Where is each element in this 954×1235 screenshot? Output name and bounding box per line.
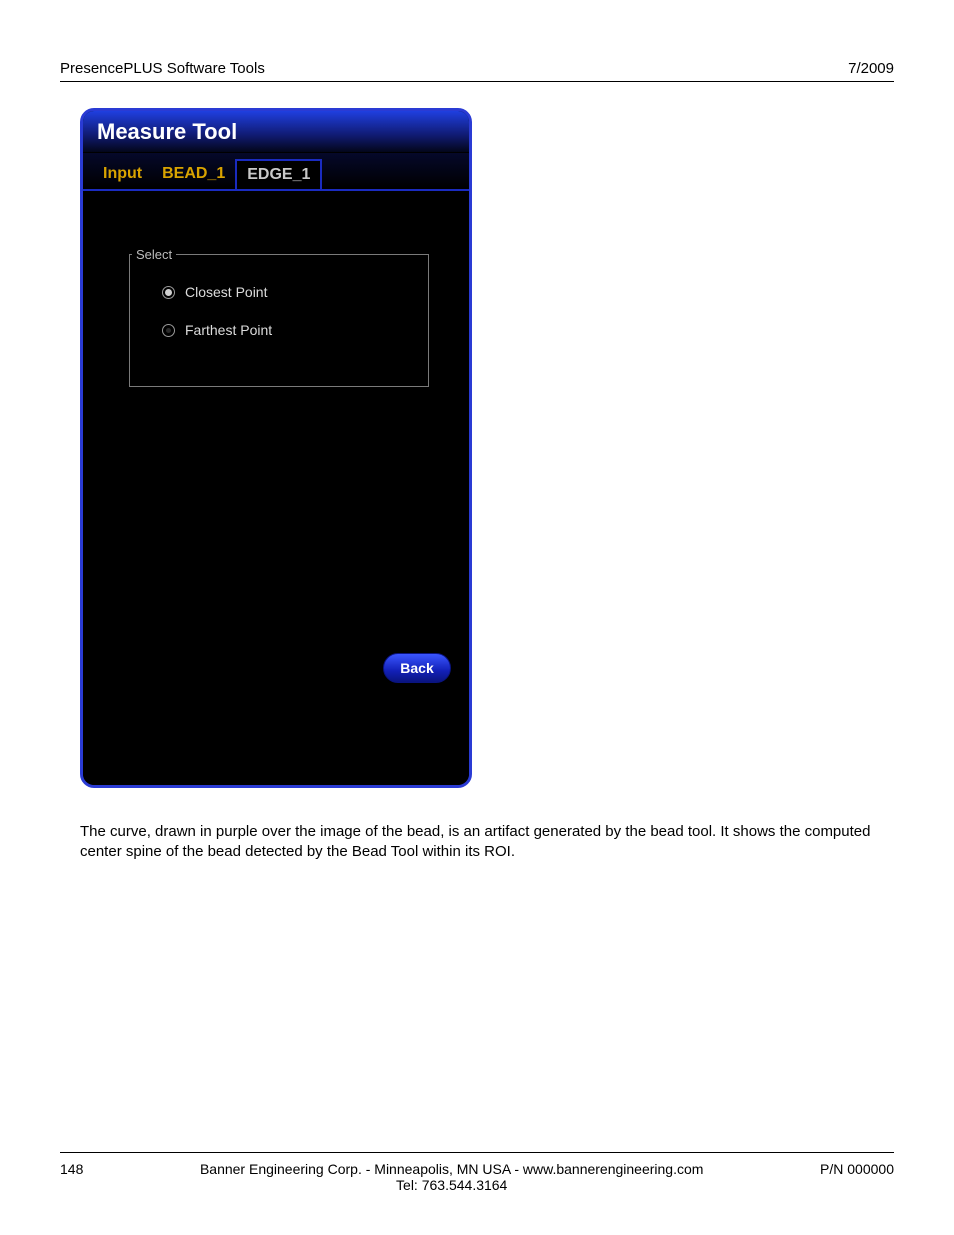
footer-rule — [60, 1152, 894, 1153]
page-number: 148 — [60, 1161, 83, 1177]
radio-label: Farthest Point — [185, 322, 272, 338]
select-group-legend: Select — [132, 247, 176, 262]
panel-titlebar: Measure Tool — [83, 111, 469, 153]
panel-title: Measure Tool — [97, 119, 237, 145]
page-footer: 148 Banner Engineering Corp. - Minneapol… — [60, 1152, 894, 1193]
tab-lead-label: Input — [93, 159, 152, 189]
radio-farthest-point[interactable]: Farthest Point — [162, 322, 428, 338]
page-header: PresencePLUS Software Tools 7/2009 — [60, 60, 894, 81]
radio-icon — [162, 324, 175, 337]
radio-closest-point[interactable]: Closest Point — [162, 284, 428, 300]
footer-center-line2: Tel: 763.544.3164 — [83, 1177, 820, 1193]
tab-row: Input BEAD_1 EDGE_1 — [83, 153, 469, 191]
footer-center: Banner Engineering Corp. - Minneapolis, … — [83, 1161, 820, 1193]
footer-row: 148 Banner Engineering Corp. - Minneapol… — [60, 1161, 894, 1193]
footer-center-line1: Banner Engineering Corp. - Minneapolis, … — [83, 1161, 820, 1177]
tab-edge-1[interactable]: EDGE_1 — [235, 159, 322, 189]
header-rule — [60, 81, 894, 82]
tab-bead-1[interactable]: BEAD_1 — [152, 159, 235, 189]
measure-tool-panel: Measure Tool Input BEAD_1 EDGE_1 Select … — [80, 108, 472, 788]
header-right: 7/2009 — [848, 60, 894, 77]
radio-icon — [162, 286, 175, 299]
select-group: Select Closest Point Farthest Point — [129, 247, 429, 387]
radio-label: Closest Point — [185, 284, 267, 300]
back-button[interactable]: Back — [383, 653, 451, 683]
header-left: PresencePLUS Software Tools — [60, 60, 265, 77]
document-page: PresencePLUS Software Tools 7/2009 Measu… — [0, 0, 954, 1235]
panel-body: Select Closest Point Farthest Point Back — [83, 193, 469, 785]
footer-right: P/N 000000 — [820, 1161, 894, 1177]
body-paragraph: The curve, drawn in purple over the imag… — [80, 822, 874, 863]
